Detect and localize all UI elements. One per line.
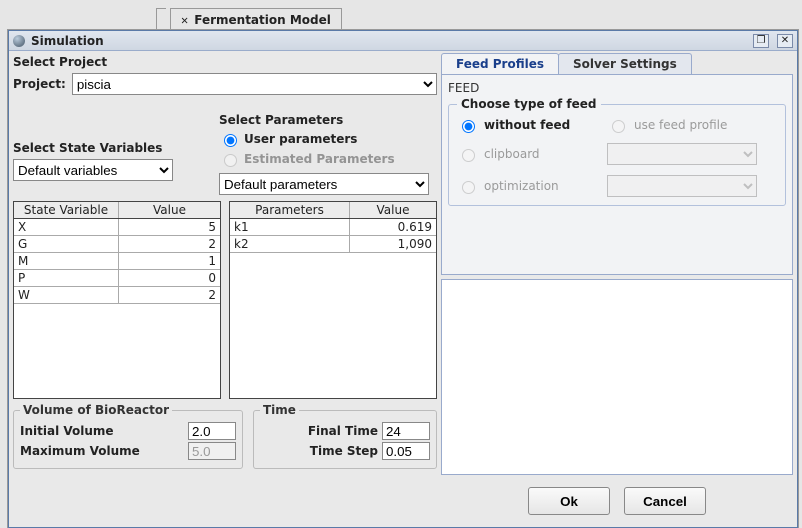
time-step-input[interactable] — [382, 442, 430, 460]
window-titlebar[interactable]: Simulation ❐ ✕ — [9, 31, 797, 51]
radio-optimization: optimization — [457, 178, 597, 194]
time-step-label: Time Step — [310, 444, 378, 458]
sv-col-value: Value — [119, 202, 220, 218]
clipboard-select — [607, 143, 757, 165]
project-label: Project: — [13, 77, 66, 91]
time-group: Time Final Time Time Step — [253, 403, 437, 469]
radio-estimated-parameters-input — [224, 154, 237, 167]
max-volume-label: Maximum Volume — [20, 444, 140, 458]
simulation-window: Simulation ❐ ✕ Select Project Project: p… — [8, 30, 798, 528]
radio-user-parameters[interactable]: User parameters — [219, 131, 437, 147]
feed-preview-area — [441, 279, 793, 475]
right-tab-strip: Feed Profiles Solver Settings — [441, 53, 793, 75]
radio-clipboard-label: clipboard — [484, 147, 540, 161]
final-time-input[interactable] — [382, 422, 430, 440]
state-vars-select[interactable]: Default variables — [13, 159, 173, 181]
background-tab-label: Fermentation Model — [194, 13, 331, 27]
initial-volume-label: Initial Volume — [20, 424, 114, 438]
select-state-vars-heading: Select State Variables — [13, 141, 213, 155]
pr-col-value: Value — [350, 202, 436, 218]
radio-without-feed[interactable]: without feed — [457, 117, 597, 133]
radio-clipboard-input — [462, 149, 475, 162]
radio-without-feed-label: without feed — [484, 118, 570, 132]
feed-section-label: FEED — [448, 81, 786, 95]
tab-feed-profiles[interactable]: Feed Profiles — [441, 53, 559, 74]
feed-profiles-panel: FEED Choose type of feed without feed us… — [441, 75, 793, 275]
close-doc-icon[interactable]: ✕ — [181, 13, 188, 27]
table-row: M1 — [14, 253, 220, 270]
window-icon — [13, 35, 25, 47]
select-project-heading: Select Project — [13, 55, 437, 69]
max-volume-input — [188, 442, 236, 460]
radio-user-parameters-label: User parameters — [244, 132, 357, 146]
cancel-button[interactable]: Cancel — [624, 487, 706, 515]
tab-solver-settings[interactable]: Solver Settings — [558, 53, 692, 74]
time-legend: Time — [260, 403, 299, 417]
radio-estimated-parameters-label: Estimated Parameters — [244, 152, 395, 166]
table-row: P0 — [14, 270, 220, 287]
volume-group: Volume of BioReactor Initial Volume Maxi… — [13, 403, 243, 469]
volume-legend: Volume of BioReactor — [20, 403, 172, 417]
radio-use-feed-profile-label: use feed profile — [634, 118, 727, 132]
radio-user-parameters-input[interactable] — [224, 134, 237, 147]
radio-without-feed-input[interactable] — [462, 120, 475, 133]
table-row: X5 — [14, 219, 220, 236]
ok-button[interactable]: Ok — [528, 487, 610, 515]
background-tabbar: ✕ Fermentation Model — [170, 8, 342, 30]
close-window-button[interactable]: ✕ — [777, 34, 793, 48]
parameters-table: Parameters Value k10.619 k21,090 — [229, 201, 437, 399]
radio-use-feed-profile-input — [612, 120, 625, 133]
radio-optimization-input — [462, 181, 475, 194]
table-row: k21,090 — [230, 236, 436, 253]
radio-estimated-parameters: Estimated Parameters — [219, 151, 437, 167]
sv-col-name: State Variable — [14, 202, 119, 218]
table-row: k10.619 — [230, 219, 436, 236]
state-variable-table: State Variable Value X5 G2 M1 P0 W2 — [13, 201, 221, 399]
radio-optimization-label: optimization — [484, 179, 559, 193]
table-row: G2 — [14, 236, 220, 253]
radio-clipboard: clipboard — [457, 146, 597, 162]
optimization-select — [607, 175, 757, 197]
select-parameters-heading: Select Parameters — [219, 113, 437, 127]
window-title: Simulation — [31, 34, 104, 48]
feed-legend: Choose type of feed — [457, 97, 601, 111]
parameters-select[interactable]: Default parameters — [219, 173, 429, 195]
radio-use-feed-profile: use feed profile — [607, 117, 777, 133]
final-time-label: Final Time — [308, 424, 378, 438]
feed-fieldset: Choose type of feed without feed use fee… — [448, 97, 786, 206]
project-select[interactable]: piscia — [72, 73, 437, 95]
table-row: W2 — [14, 287, 220, 304]
background-tab[interactable]: ✕ Fermentation Model — [170, 8, 342, 30]
tab-nav-stub — [156, 8, 166, 30]
pr-col-name: Parameters — [230, 202, 350, 218]
maximize-button[interactable]: ❐ — [753, 34, 769, 48]
initial-volume-input[interactable] — [188, 422, 236, 440]
